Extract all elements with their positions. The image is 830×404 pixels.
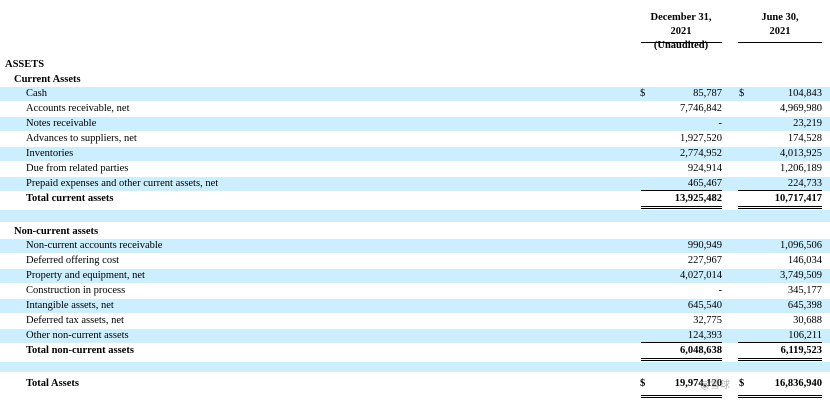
table-row: Accounts receivable, net 7,746,842 4,969… — [0, 102, 830, 116]
value-jun-2021: 1,206,189 — [780, 163, 822, 174]
value-dec-2021: - — [718, 285, 723, 296]
value-dec-2021: 7,746,842 — [680, 103, 722, 114]
row-label: Deferred offering cost — [26, 255, 120, 266]
column-header-june-30-2021: June 30, 2021 — [738, 11, 822, 39]
column-header-line: 2021 — [769, 26, 791, 37]
table-row: Prepaid expenses and other current asset… — [0, 177, 830, 191]
value-dec-2021: 4,027,014 — [680, 270, 722, 281]
row-label: Accounts receivable, net — [26, 103, 130, 114]
row-label: Advances to suppliers, net — [26, 133, 137, 144]
row-label: Cash — [26, 88, 47, 99]
value-jun-2021: 3,749,509 — [780, 270, 822, 281]
value-dec-2021: 32,775 — [693, 315, 722, 326]
column-header-december-31-2021: December 31, 2021 (Unaudited) — [635, 11, 727, 53]
value-jun-2021: 1,096,506 — [780, 240, 822, 251]
value-dec-2021: - — [718, 118, 723, 129]
value-dec-2021: 465,467 — [687, 178, 722, 189]
spacer-row — [0, 362, 830, 372]
header-underline — [641, 42, 722, 43]
value-jun-2021: 23,219 — [793, 118, 822, 129]
total-assets-jun-2021: 16,836,940 — [774, 378, 822, 389]
value-dec-2021: 85,787 — [693, 88, 722, 99]
row-label: Property and equipment, net — [26, 270, 145, 281]
table-row: Notes receivable - 23,219 — [0, 117, 830, 131]
total-current-assets-label: Total current assets — [26, 193, 114, 204]
table-row: Non-current accounts receivable 990,949 … — [0, 239, 830, 253]
value-jun-2021: 645,398 — [787, 300, 822, 311]
double-underline — [738, 358, 822, 361]
non-current-assets-title: Non-current assets — [14, 226, 99, 237]
subtotal-rule — [641, 342, 722, 343]
value-dec-2021: 124,393 — [687, 330, 722, 341]
watermark: @雪球 — [700, 380, 730, 391]
total-row: Total current assets 13,925,482 10,717,4… — [0, 192, 830, 206]
table-row: Intangible assets, net 645,540 645,398 — [0, 299, 830, 313]
double-underline — [641, 206, 722, 209]
value-dec-2021: 227,967 — [687, 255, 722, 266]
value-jun-2021: 4,969,980 — [780, 103, 822, 114]
total-current-assets-dec-2021: 13,925,482 — [674, 193, 722, 204]
currency-symbol: $ — [739, 378, 745, 389]
subtotal-rule — [738, 342, 822, 343]
column-header-line: June 30, — [761, 12, 799, 23]
row-label: Deferred tax assets, net — [26, 315, 124, 326]
currency-symbol: $ — [640, 378, 646, 389]
currency-symbol: $ — [640, 88, 646, 99]
column-header-line: December 31, — [650, 12, 712, 23]
value-jun-2021: 30,688 — [793, 315, 822, 326]
value-dec-2021: 2,774,952 — [680, 148, 722, 159]
total-non-current-assets-dec-2021: 6,048,638 — [680, 345, 722, 356]
assets-title: ASSETS — [5, 59, 45, 70]
subtotal-rule — [641, 190, 722, 191]
row-label: Other non-current assets — [26, 330, 129, 341]
table-row: Due from related parties 924,914 1,206,1… — [0, 162, 830, 176]
double-underline — [738, 395, 822, 398]
total-non-current-assets-label: Total non-current assets — [26, 345, 134, 356]
row-label: Notes receivable — [26, 118, 97, 129]
total-row: Total non-current assets 6,048,638 6,119… — [0, 344, 830, 358]
table-row: Deferred tax assets, net 32,775 30,688 — [0, 314, 830, 328]
current-assets-title: Current Assets — [14, 74, 81, 85]
total-assets-label: Total Assets — [26, 378, 79, 389]
value-dec-2021: 645,540 — [687, 300, 722, 311]
value-dec-2021: 924,914 — [687, 163, 722, 174]
table-row: Inventories 2,774,952 4,013,925 — [0, 147, 830, 161]
header-underline — [738, 42, 822, 43]
table-row: Deferred offering cost 227,967 146,034 — [0, 254, 830, 268]
row-label: Inventories — [26, 148, 74, 159]
table-row: Advances to suppliers, net 1,927,520 174… — [0, 132, 830, 146]
value-jun-2021: 345,177 — [787, 285, 822, 296]
row-label: Intangible assets, net — [26, 300, 114, 311]
value-jun-2021: 4,013,925 — [780, 148, 822, 159]
value-jun-2021: 146,034 — [787, 255, 822, 266]
value-jun-2021: 174,528 — [787, 133, 822, 144]
double-underline — [641, 395, 722, 398]
value-dec-2021: 990,949 — [687, 240, 722, 251]
spacer-row — [0, 210, 830, 222]
row-label: Prepaid expenses and other current asset… — [26, 178, 219, 189]
subtotal-rule — [738, 190, 822, 191]
value-jun-2021: 106,211 — [788, 330, 822, 341]
double-underline — [738, 206, 822, 209]
value-jun-2021: 224,733 — [787, 178, 822, 189]
column-header-line: 2021 — [670, 26, 692, 37]
value-dec-2021: 1,927,520 — [680, 133, 722, 144]
double-underline — [641, 358, 722, 361]
row-label: Construction in process — [26, 285, 126, 296]
table-row: Construction in process - 345,177 — [0, 284, 830, 298]
table-row: Cash $ 85,787 $ 104,843 — [0, 87, 830, 101]
row-label: Due from related parties — [26, 163, 129, 174]
table-row: Other non-current assets 124,393 106,211 — [0, 329, 830, 343]
table-row: Property and equipment, net 4,027,014 3,… — [0, 269, 830, 283]
total-non-current-assets-jun-2021: 6,119,523 — [780, 345, 822, 356]
value-jun-2021: 104,843 — [787, 88, 822, 99]
currency-symbol: $ — [739, 88, 745, 99]
row-label: Non-current accounts receivable — [26, 240, 163, 251]
total-current-assets-jun-2021: 10,717,417 — [774, 193, 822, 204]
